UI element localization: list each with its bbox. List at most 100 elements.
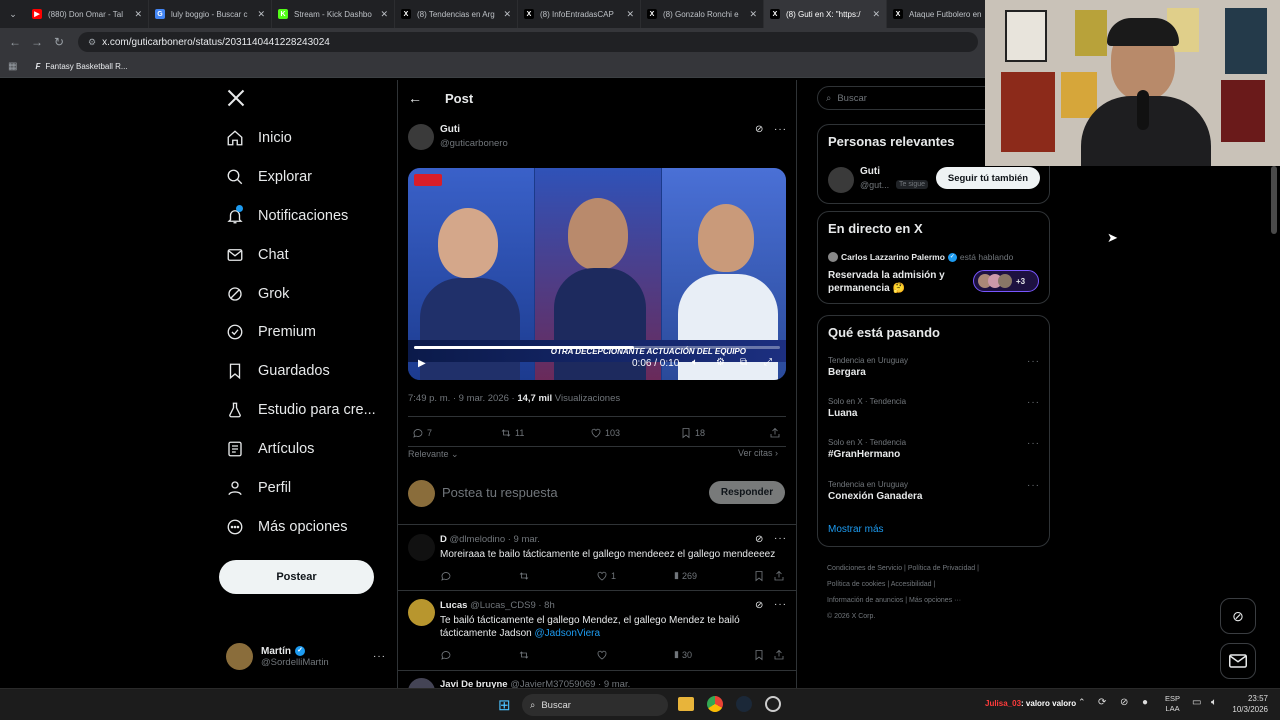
post-author-name[interactable]: Guti (440, 124, 460, 135)
messages-float-icon[interactable] (1220, 643, 1256, 679)
fullscreen-icon[interactable]: ⤢ (764, 357, 772, 368)
grok-icon[interactable]: ⊘ (755, 600, 763, 611)
tray-mic-icon[interactable]: ● (1142, 697, 1148, 708)
reply-share-action[interactable] (773, 570, 788, 582)
footer-link[interactable]: Accesibilidad (891, 581, 932, 588)
tab-close-icon[interactable]: ✕ (257, 9, 265, 20)
avatar[interactable] (408, 599, 435, 626)
trend-item[interactable]: Tendencia en Uruguay Bergara ··· (828, 356, 1040, 378)
browser-tab[interactable]: X (8) InfoEntradasCAP ✕ (518, 0, 641, 28)
obs-icon[interactable] (765, 696, 781, 712)
nav-item-notificaciones[interactable]: Notificaciones (226, 204, 348, 228)
nav-item-artículos[interactable]: Artículos (226, 437, 314, 461)
sort-dropdown[interactable]: Relevante ⌄ (408, 449, 459, 460)
live-listeners[interactable]: +3 (973, 270, 1039, 292)
chrome-icon[interactable] (707, 696, 723, 712)
browser-tab[interactable]: K Stream - Kick Dashbo ✕ (272, 0, 395, 28)
settings-icon[interactable]: ⚙ (716, 357, 725, 368)
account-switcher[interactable]: Martín ✓ @SordelliMartin ··· (226, 643, 386, 670)
footer-link[interactable]: Más opciones ··· (909, 597, 961, 604)
nav-item-explorar[interactable]: Explorar (226, 165, 312, 189)
nav-item-grok[interactable]: Grok (226, 282, 289, 306)
bookmark-item[interactable]: F Fantasy Basketball R... (35, 62, 127, 71)
post-timestamp[interactable]: 7:49 p. m. · 9 mar. 2026 · (408, 393, 517, 404)
video-player[interactable]: OTRA DECEPCIONANTE ACTUACIÓN DEL EQUIPO … (408, 168, 786, 380)
reply-like-action[interactable]: 1 (596, 570, 616, 582)
trend-item[interactable]: Solo en X · Tendencia #GranHermano ··· (828, 438, 1040, 460)
tray-volume-icon[interactable]: 🔈︎ (1211, 697, 1217, 708)
trend-item[interactable]: Tendencia en Uruguay Conexión Ganadera ··· (828, 480, 1040, 502)
grok-float-icon[interactable]: ⊘ (1220, 598, 1256, 634)
tray-sync-icon[interactable]: ⟳ (1098, 697, 1106, 708)
reply-bookmark-action[interactable] (753, 570, 768, 582)
video-progress-track[interactable] (414, 346, 780, 349)
browser-tab[interactable]: X (8) Tendencias en Arg ✕ (395, 0, 518, 28)
trend-more-icon[interactable]: ··· (1027, 438, 1040, 449)
show-more-link[interactable]: Mostrar más (828, 524, 884, 535)
post-more-icon[interactable]: ··· (774, 124, 787, 135)
grok-icon[interactable]: ⊘ (755, 124, 763, 135)
apps-grid-icon[interactable]: ▦ (8, 61, 17, 72)
tray-network-off-icon[interactable]: ⊘ (1120, 697, 1128, 708)
x-logo-icon[interactable] (226, 88, 246, 113)
tab-close-icon[interactable]: ✕ (749, 9, 757, 20)
tab-close-icon[interactable]: ✕ (380, 9, 388, 20)
reply-views-action[interactable]: ▮ 30 (674, 649, 692, 660)
pip-icon[interactable]: ⧉ (740, 357, 747, 368)
trend-more-icon[interactable]: ··· (1027, 397, 1040, 408)
reply-more-icon[interactable]: ··· (774, 599, 787, 610)
reply-repost-action[interactable] (518, 649, 533, 661)
nav-item-guardados[interactable]: Guardados (226, 359, 330, 383)
mention-link[interactable]: @JadsonViera (535, 628, 601, 639)
nav-item-perfil[interactable]: Perfil (226, 476, 291, 500)
reply-handle[interactable]: @dlmelodino · 9 mar. (450, 534, 540, 545)
reload-icon[interactable]: ↻ (48, 35, 70, 49)
footer-link[interactable]: Política de cookies (827, 581, 885, 588)
reply-handle[interactable]: @Lucas_CDS9 · 8h (470, 600, 555, 611)
grok-icon[interactable]: ⊘ (755, 534, 763, 545)
avatar[interactable] (408, 124, 434, 150)
footer-link[interactable]: Política de Privacidad (908, 565, 975, 572)
trend-more-icon[interactable]: ··· (1027, 480, 1040, 491)
steam-icon[interactable] (736, 696, 752, 712)
reply-author[interactable]: D (440, 534, 447, 545)
avatar[interactable] (408, 534, 435, 561)
trend-item[interactable]: Solo en X · Tendencia Luana ··· (828, 397, 1040, 419)
account-more-icon[interactable]: ··· (373, 651, 386, 662)
reply-like-action[interactable] (596, 649, 611, 661)
relevant-name[interactable]: Guti (860, 166, 880, 177)
browser-tab[interactable]: X (8) Guti en X: "https:/ ✕ (764, 0, 887, 28)
reply-share-action[interactable] (773, 649, 788, 661)
relevant-handle[interactable]: @gut... (860, 180, 889, 190)
follow-button[interactable]: Seguir tú también (936, 167, 1040, 189)
tab-list-button[interactable]: ⌄ (0, 9, 26, 20)
nav-item-chat[interactable]: Chat (226, 243, 289, 267)
footer-link[interactable]: Condiciones de Servicio (827, 565, 902, 572)
trend-more-icon[interactable]: ··· (1027, 356, 1040, 367)
reply-views-action[interactable]: ▮ 269 (674, 570, 697, 581)
share-action[interactable] (769, 427, 784, 439)
file-explorer-icon[interactable] (678, 697, 694, 711)
bookmark-action[interactable]: 18 (680, 427, 705, 439)
windows-start-icon[interactable]: ⊞ (498, 696, 511, 714)
tab-close-icon[interactable]: ✕ (134, 9, 142, 20)
browser-tab[interactable]: X (8) Gonzalo Ronchi e ✕ (641, 0, 764, 28)
tab-close-icon[interactable]: ✕ (872, 9, 880, 20)
tab-close-icon[interactable]: ✕ (503, 9, 511, 20)
page-scrollbar[interactable] (1271, 166, 1277, 234)
tab-close-icon[interactable]: ✕ (626, 9, 634, 20)
like-action[interactable]: 103 (590, 427, 620, 439)
nav-item-premium[interactable]: Premium (226, 320, 316, 344)
play-icon[interactable]: ▶ (418, 358, 426, 369)
repost-action[interactable]: 11 (500, 427, 524, 439)
forward-nav-icon[interactable]: → (26, 35, 48, 49)
tray-chevron-icon[interactable]: ⌃ (1078, 697, 1086, 708)
browser-tab[interactable]: ▶ (880) Don Omar - Tal ✕ (26, 0, 149, 28)
back-arrow-icon[interactable]: ← (408, 90, 422, 106)
tray-display-icon[interactable]: ▭ (1192, 697, 1201, 708)
back-nav-icon[interactable]: ← (4, 35, 26, 49)
language-indicator[interactable]: ESP LAA (1165, 694, 1180, 714)
browser-tab[interactable]: Gluly boggio - Buscar c ✕ (149, 0, 272, 28)
quotes-link[interactable]: Ver citas › (738, 448, 778, 458)
reply-submit-button[interactable]: Responder (709, 481, 785, 504)
